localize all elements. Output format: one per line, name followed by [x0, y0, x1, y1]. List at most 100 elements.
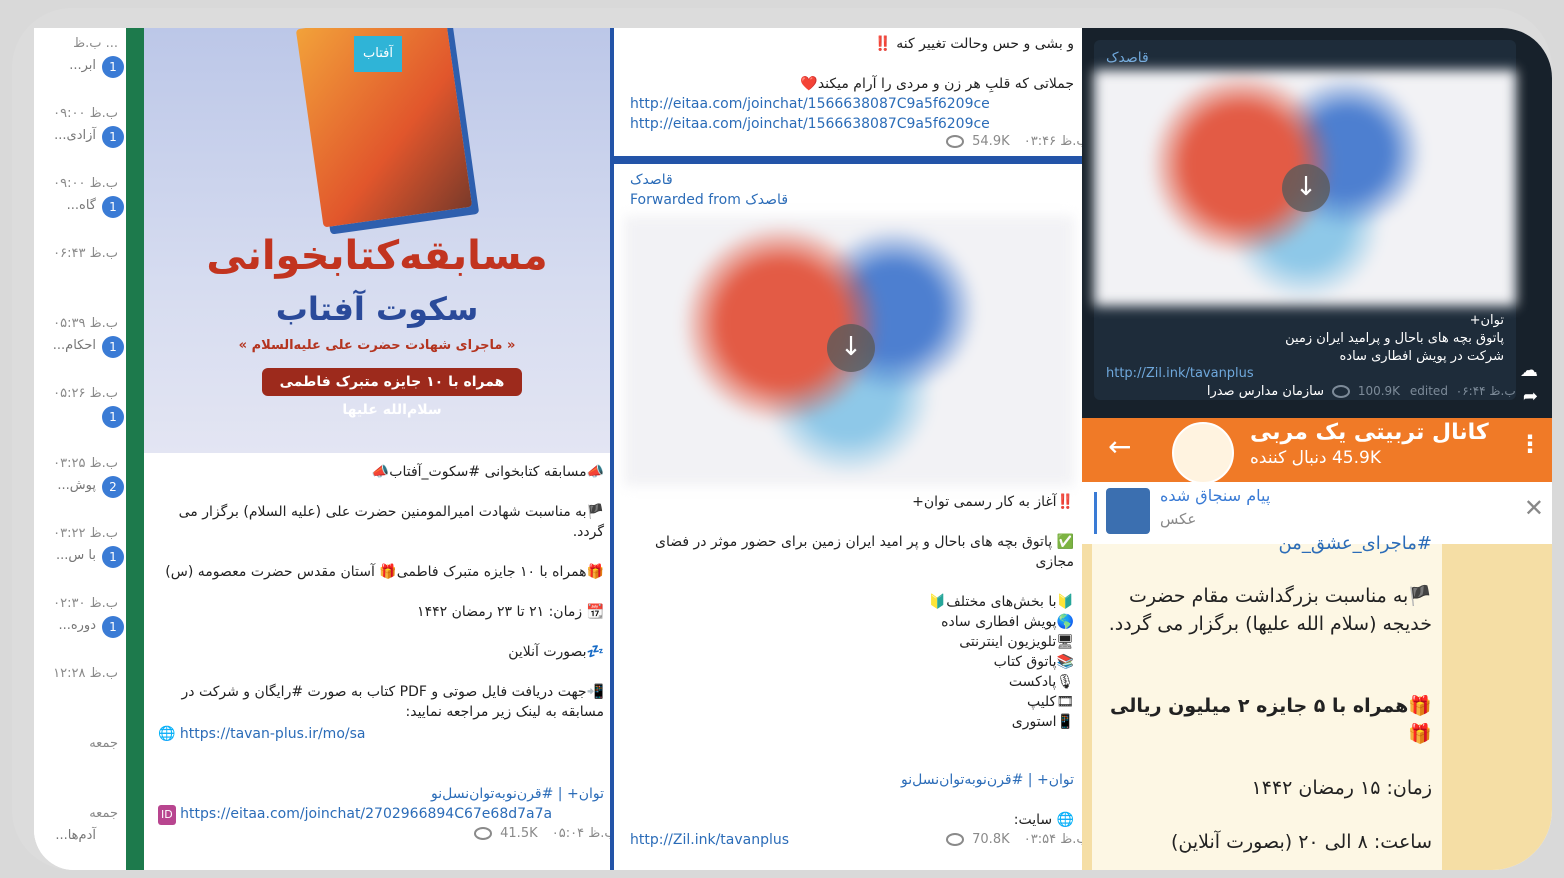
chat-snippet: ...ابر	[69, 58, 96, 73]
chat-time: ب.ظ ۰۳:۲۲	[53, 526, 118, 541]
poster-image[interactable]: آفتاب مسابقه‌کتابخوانی سکوت آفتاب « ماجر…	[144, 28, 610, 453]
close-icon[interactable]: ✕	[1524, 494, 1544, 522]
hashtag-line[interactable]: #ماجرای_عشق_من	[1092, 534, 1432, 554]
message-line: 🏴به مناسبت شهادت امیرالمومنین حضرت علی (…	[178, 504, 604, 540]
chat-list-item[interactable]: ب.ظ ۰۵:۳۹ ...احکام 1	[34, 308, 126, 368]
channel-title: کانال تربیتی یک مربی	[1250, 420, 1489, 445]
dark-channel-message: قاصدک ↓ توان+ پاتوق بچه های باحال و پرام…	[1082, 28, 1552, 418]
chat-time: ب.ظ ۱۲:۲۸	[53, 666, 118, 681]
forwarded-from[interactable]: Forwarded from قاصدک	[630, 190, 930, 210]
chat-list-item[interactable]: ب.ظ ... ...ابر 1	[34, 28, 126, 88]
unread-badge: 1	[102, 196, 124, 218]
more-menu-icon[interactable]: ⋮	[1518, 430, 1542, 458]
message-line: 🎙پادکست	[1008, 674, 1074, 690]
unread-badge: 1	[102, 56, 124, 78]
download-icon[interactable]: ↓	[827, 324, 875, 372]
eitaa-join-link[interactable]: https://eitaa.com/joinchat/2702966894C67…	[180, 806, 552, 822]
hashtag-line[interactable]: توان+ | #قرن‌نوبه‌توان‌نسل‌نو	[154, 784, 604, 804]
unread-badge: 1	[102, 126, 124, 148]
channel-header: ← کانال تربیتی یک مربی 45.9K دنبال کننده…	[1082, 418, 1552, 484]
eye-icon	[474, 827, 492, 840]
chat-list-item[interactable]: ب.ظ ۰۳:۲۲ ...با س 1	[34, 518, 126, 578]
message-line: 📚پاتوق کتاب	[993, 654, 1074, 670]
chat-time: ب.ظ ۰۵:۳۹	[53, 316, 118, 331]
message-line: زمان: ۱۵ رمضان ۱۴۴۲	[1251, 777, 1432, 799]
forwarded-message: قاصدک Forwarded from قاصدک ↓ ‼️آغاز به ک…	[614, 164, 1082, 870]
message-line: جملاتی که قلبِ هر زن و مردی را آرام میکن…	[800, 76, 1074, 92]
hashtag-line[interactable]: توان+ | #قرن‌نوبه‌توان‌نسل‌نو	[624, 770, 1074, 790]
download-icon[interactable]: ↓	[1282, 164, 1330, 212]
message-bubble: #ماجرای_عشق_من 🏴به مناسبت بزرگداشت مقام …	[1092, 534, 1442, 870]
share-icon[interactable]: ➦	[1523, 386, 1538, 407]
eitaa-join-link[interactable]: http://eitaa.com/joinchat/1566638087C9a5…	[630, 114, 1070, 134]
chat-list: ب.ظ ... ...ابر 1 ب.ظ ۰۹:۰۰ ...آزادی 1 ب.ظ ۰۹…	[34, 28, 127, 870]
link-row: ID https://eitaa.com/joinchat/2702966894…	[158, 804, 598, 825]
unread-badge: 2	[102, 476, 124, 498]
zil-link[interactable]: http://Zil.ink/tavanplus	[1106, 364, 1306, 384]
chat-list-item[interactable]: ب.ظ ۱۲:۲۸	[34, 658, 126, 718]
chat-list-item[interactable]: ب.ظ ۰۵:۲۶ 1	[34, 378, 126, 438]
message-separator	[614, 156, 1082, 164]
chat-time: جمعه	[89, 736, 118, 751]
unread-badge: 1	[102, 616, 124, 638]
chat-list-item[interactable]: ب.ظ ۰۹:۰۰ ...گاه 1	[34, 168, 126, 228]
poster-title: مسابقه‌کتابخوانی	[206, 233, 548, 279]
globe-icon: 🌐	[158, 726, 176, 742]
message-line: 🌐 سایت:	[1013, 812, 1074, 828]
chat-snippet: ...دوره	[58, 618, 96, 633]
message-line: 🎁همراه با ۱۰ جایزه متبرک فاطمی🎁 آستان مق…	[165, 564, 604, 580]
view-count: 100.9K	[1357, 384, 1401, 398]
message-meta: 54.9K ب.ظ ۰۳:۴۶	[946, 134, 1082, 149]
view-count: 70.8K	[972, 832, 1010, 847]
link-row: 🌐 https://tavan-plus.ir/mo/sa	[158, 724, 598, 744]
message-line: 📲جهت دریافت فایل صوتی و PDF کتاب به صورت…	[181, 684, 604, 720]
chat-snippet: ...آدم‌ها	[55, 828, 96, 843]
chat-list-item[interactable]: ب.ظ ۰۶:۴۳	[34, 238, 126, 298]
message-line: 🏴به مناسبت بزرگداشت مقام حضرت خدیجه (سلا…	[1108, 585, 1432, 635]
message-time: ب.ظ ۰۵:۰۴	[551, 826, 614, 841]
follower-count: 45.9K دنبال کننده	[1250, 448, 1381, 468]
sender-name[interactable]: قاصدک	[630, 170, 830, 190]
message-time: ب.ظ ۰۳:۴۶	[1023, 134, 1082, 149]
chat-list-item[interactable]: جمعه	[34, 728, 126, 788]
chat-list-item[interactable]: ب.ظ ۰۲:۳۰ ...دوره 1	[34, 588, 126, 648]
tavan-plus-link[interactable]: https://tavan-plus.ir/mo/sa	[180, 726, 366, 742]
message-line: 🎞کلیپ	[1026, 694, 1074, 710]
eye-icon	[1332, 385, 1350, 398]
app-viewport: ب.ظ ... ...ابر 1 ب.ظ ۰۹:۰۰ ...آزادی 1 ب.ظ ۰۹…	[34, 28, 1552, 870]
unread-badge: 1	[102, 546, 124, 568]
message-line: 💤بصورت آنلاین	[508, 644, 604, 660]
chat-time: جمعه	[89, 806, 118, 821]
chat-list-item[interactable]: جمعه ...آدم‌ها	[34, 798, 126, 858]
book-tag: آفتاب	[354, 36, 402, 72]
screenshot-frame: ب.ظ ... ...ابر 1 ب.ظ ۰۹:۰۰ ...آزادی 1 ب.ظ ۰۹…	[12, 8, 1552, 870]
message-line: پاتوق بچه های باحال و پرامید ایران زمین	[1285, 331, 1504, 346]
chat-time: ب.ظ ۰۳:۲۵	[53, 456, 118, 471]
message-line: 📣مسابقه کتابخوانی #سکوت_آفتاب📣	[371, 464, 604, 480]
eitaa-join-link[interactable]: http://eitaa.com/joinchat/1566638087C9a5…	[630, 94, 1070, 114]
pinned-accent	[1094, 492, 1097, 534]
chat-snippet: ...پوش	[57, 478, 96, 493]
message-line: توان+	[1469, 313, 1504, 328]
chat-time: ب.ظ ۰۹:۰۰	[53, 176, 118, 191]
message-meta: 100.9K edited ب.ظ ۰۶:۴۴	[1332, 384, 1516, 398]
message-time: ب.ظ ۰۶:۴۴	[1455, 384, 1516, 398]
chat-background-strip	[126, 28, 144, 870]
sender-name[interactable]: قاصدک	[1106, 48, 1306, 68]
pinned-thumbnail	[1106, 488, 1150, 534]
chat-time: ب.ظ ۰۵:۲۶	[53, 386, 118, 401]
chat-list-item[interactable]: ب.ظ ۰۹:۰۰ ...آزادی 1	[34, 98, 126, 158]
view-count: 54.9K	[972, 134, 1010, 149]
back-arrow-icon[interactable]: ←	[1108, 430, 1131, 463]
message-line: ‼️آغاز به کار رسمی توان+	[912, 494, 1074, 510]
message-line: 🔰با بخش‌های مختلف🔰	[928, 594, 1074, 610]
chat-list-item[interactable]: ب.ظ ۰۳:۲۵ ...پوش 2	[34, 448, 126, 508]
org-name: سازمان مدارس صدرا	[1206, 384, 1324, 399]
zil-link[interactable]: http://Zil.ink/tavanplus	[630, 830, 890, 850]
cloud-icon[interactable]: ☁	[1520, 360, 1538, 381]
message-line: 🖥تلویزیون اینترنتی	[959, 634, 1074, 650]
channel-avatar[interactable]	[1172, 422, 1234, 484]
chat-time: ب.ظ ۰۲:۳۰	[53, 596, 118, 611]
message-line: ساعت: ۸ الی ۲۰ (بصورت آنلاین)	[1171, 831, 1432, 853]
poster-subtitle: سکوت آفتاب	[275, 290, 479, 328]
